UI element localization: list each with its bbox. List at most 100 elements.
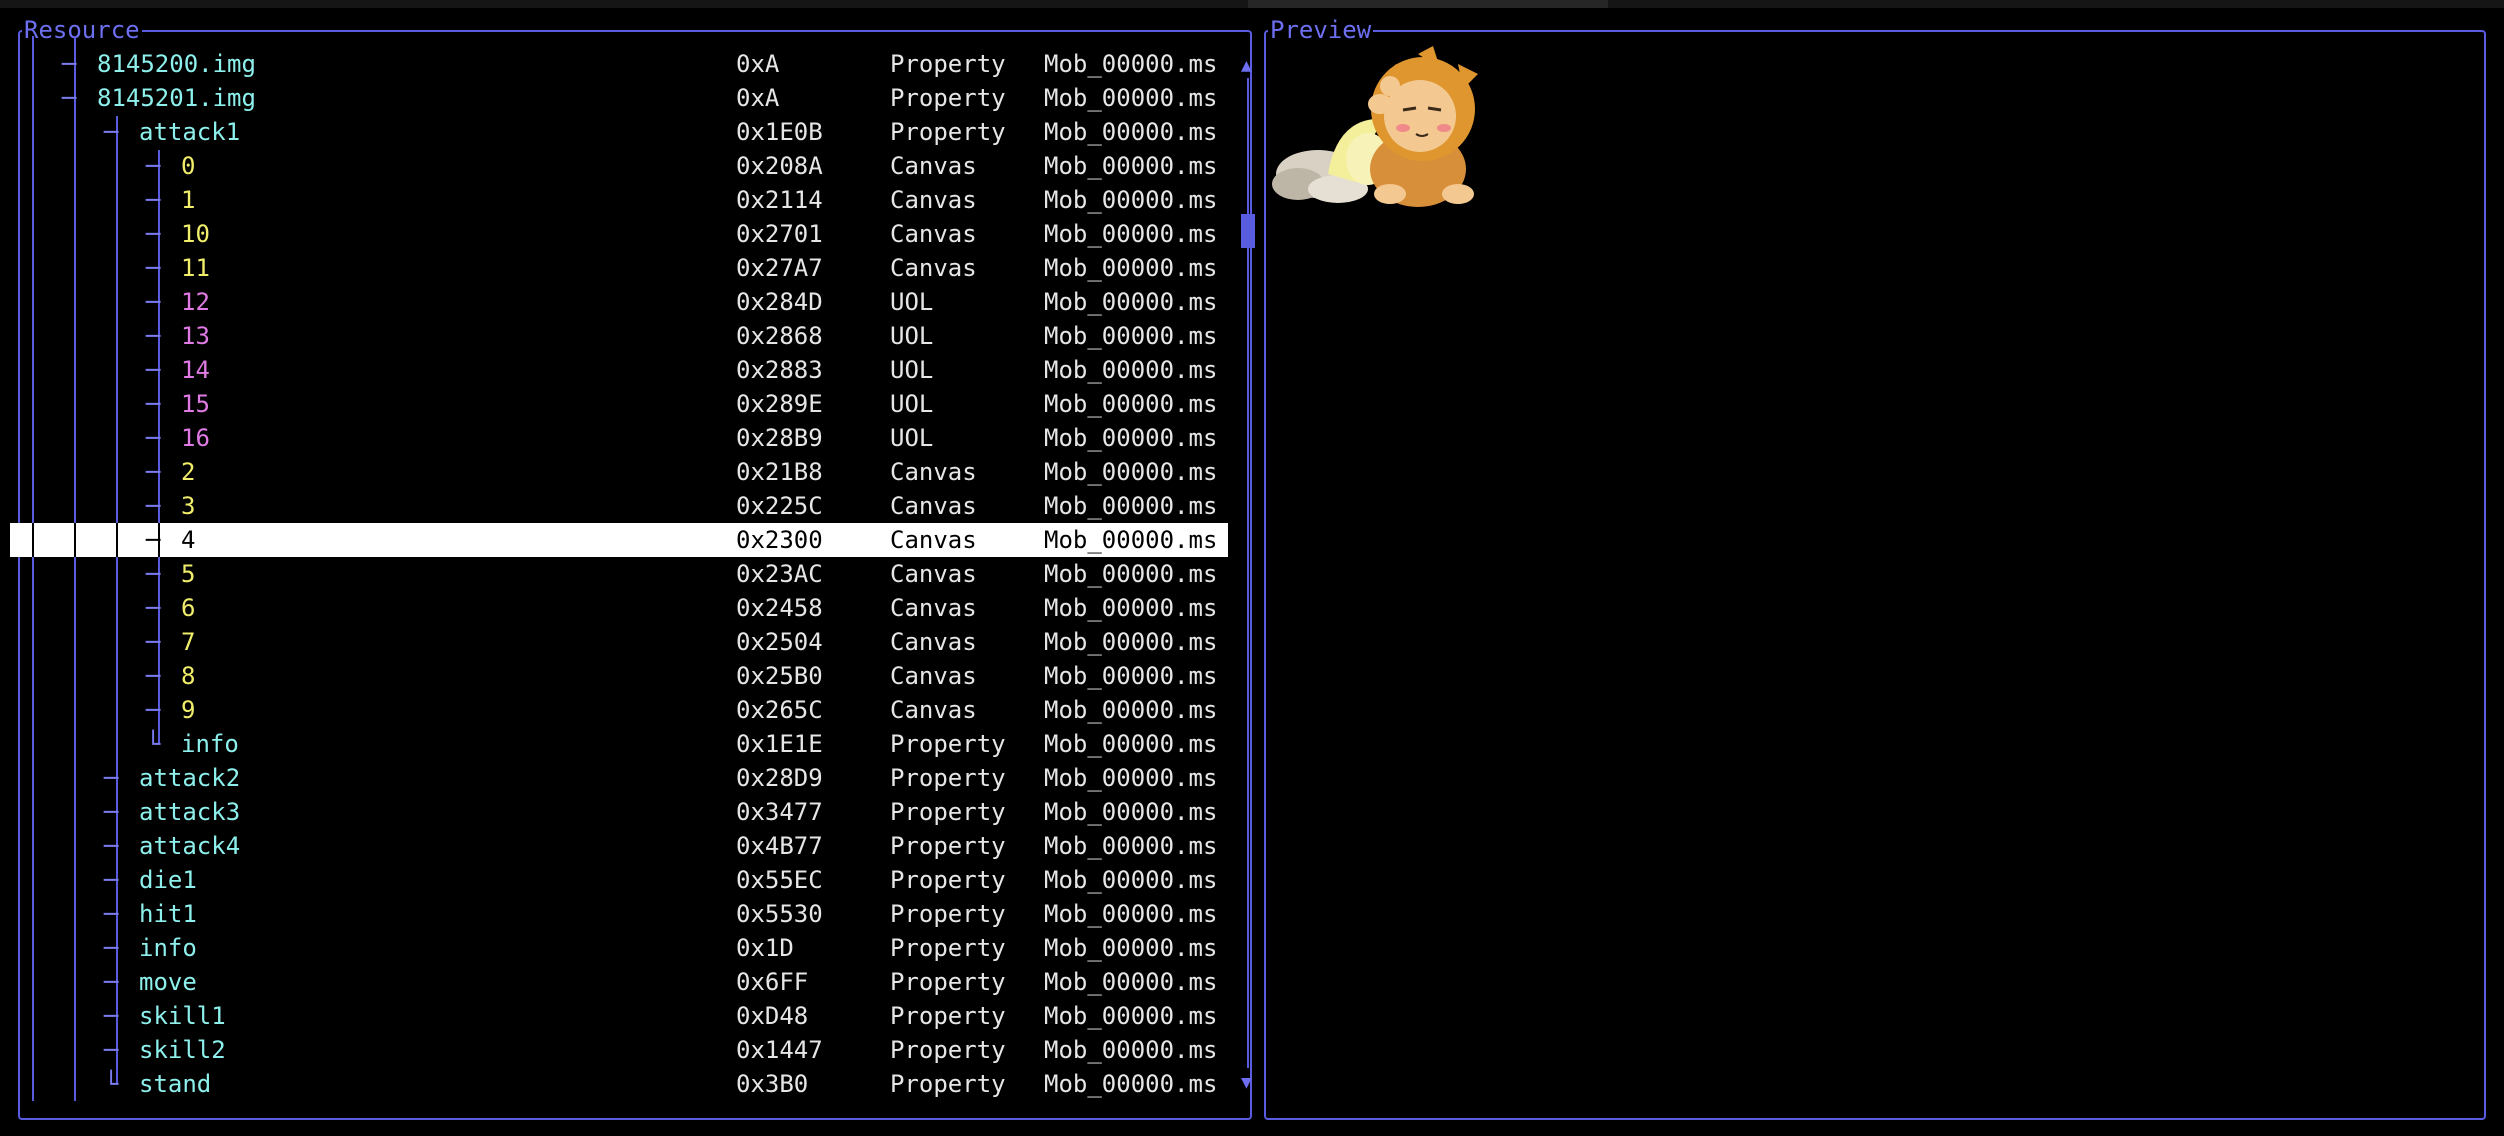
scroll-thumb[interactable]	[1241, 214, 1255, 248]
tree-node-address: 0x55EC	[736, 866, 823, 894]
tree-node-address: 0xA	[736, 50, 780, 78]
tree-node-name[interactable]: 10	[181, 217, 210, 251]
tree-node-file: Mob_00000.ms	[1044, 390, 1218, 418]
tree-node-name[interactable]: attack4	[139, 829, 240, 863]
tree-row[interactable]: ─ 8 0x25B0 Canvas Mob_00000.ms	[10, 659, 1228, 693]
tree-node-name[interactable]: info	[181, 727, 239, 761]
tree-node-address: 0x25B0	[736, 662, 823, 690]
top-bar-segment	[1248, 0, 1608, 8]
tree-node-file: Mob_00000.ms	[1044, 764, 1218, 792]
tree-row[interactable]: ─ move 0x6FF Property Mob_00000.ms	[10, 965, 1228, 999]
tree-row[interactable]: ─ 7 0x2504 Canvas Mob_00000.ms	[10, 625, 1228, 659]
tree-node-file: Mob_00000.ms	[1044, 628, 1218, 656]
tree-node-name[interactable]: skill2	[139, 1033, 226, 1067]
tree-row[interactable]: └ stand 0x3B0 Property Mob_00000.ms	[10, 1067, 1228, 1101]
tree-node-file: Mob_00000.ms	[1044, 50, 1218, 78]
tree-node-name[interactable]: info	[139, 931, 197, 965]
tree-node-type: Canvas	[890, 594, 977, 622]
tree-node-name[interactable]: 5	[181, 557, 195, 591]
tree-node-file: Mob_00000.ms	[1044, 968, 1218, 996]
tree-node-type: Canvas	[890, 696, 977, 724]
tree-node-name[interactable]: 3	[181, 489, 195, 523]
tree-row[interactable]: ─ 8145200.img 0xA Property Mob_00000.ms	[10, 47, 1228, 81]
tree-node-type: Property	[890, 832, 1006, 860]
tree-node-type: Canvas	[890, 254, 977, 282]
tree-row[interactable]: ─ 13 0x2868 UOL Mob_00000.ms	[10, 319, 1228, 353]
tree-branch-glyph: ─	[104, 1036, 119, 1064]
tree-row[interactable]: ─ attack1 0x1E0B Property Mob_00000.ms	[10, 115, 1228, 149]
tree-row[interactable]: ─ hit1 0x5530 Property Mob_00000.ms	[10, 897, 1228, 931]
tree-node-name[interactable]: 0	[181, 149, 195, 183]
tree-node-type: Property	[890, 866, 1006, 894]
scroll-down-arrow[interactable]: ▼	[1241, 1074, 1252, 1092]
tree-row[interactable]: ─ 1 0x2114 Canvas Mob_00000.ms	[10, 183, 1228, 217]
tree-row[interactable]: ─ 2 0x21B8 Canvas Mob_00000.ms	[10, 455, 1228, 489]
tree-node-name[interactable]: attack3	[139, 795, 240, 829]
tree-row[interactable]: ─ 16 0x28B9 UOL Mob_00000.ms	[10, 421, 1228, 455]
tree-node-name[interactable]: 8145201.img	[97, 81, 256, 115]
tree-row[interactable]: ─ die1 0x55EC Property Mob_00000.ms	[10, 863, 1228, 897]
tree-node-name[interactable]: hit1	[139, 897, 197, 931]
tree-node-file: Mob_00000.ms	[1044, 696, 1218, 724]
tree-node-name[interactable]: 8145200.img	[97, 47, 256, 81]
tree-row[interactable]: ─ 10 0x2701 Canvas Mob_00000.ms	[10, 217, 1228, 251]
tree-branch-glyph: ─	[146, 594, 161, 622]
tree-node-file: Mob_00000.ms	[1044, 84, 1218, 112]
tree-node-name[interactable]: 13	[181, 319, 210, 353]
tree-branch-glyph: ─	[146, 390, 161, 418]
tree-node-type: Property	[890, 50, 1006, 78]
tree-node-name[interactable]: move	[139, 965, 197, 999]
tree-branch-glyph: ─	[146, 492, 161, 520]
tree-node-file: Mob_00000.ms	[1044, 662, 1218, 690]
tree-node-name[interactable]: 6	[181, 591, 195, 625]
tree-node-address: 0x265C	[736, 696, 823, 724]
tree-row[interactable]: ─ 6 0x2458 Canvas Mob_00000.ms	[10, 591, 1228, 625]
tree-row[interactable]: ─ info 0x1D Property Mob_00000.ms	[10, 931, 1228, 965]
tree-node-type: Canvas	[890, 492, 977, 520]
tree-row[interactable]: ─ 0 0x208A Canvas Mob_00000.ms	[10, 149, 1228, 183]
tree-node-name[interactable]: attack2	[139, 761, 240, 795]
tree-row[interactable]: ─ 3 0x225C Canvas Mob_00000.ms	[10, 489, 1228, 523]
tree-row[interactable]: ─ 4 0x2300 Canvas Mob_00000.ms	[10, 523, 1228, 557]
tree-node-name[interactable]: 4	[181, 523, 195, 557]
tree-node-file: Mob_00000.ms	[1044, 866, 1218, 894]
tree-node-name[interactable]: attack1	[139, 115, 240, 149]
tree-row[interactable]: ─ 5 0x23AC Canvas Mob_00000.ms	[10, 557, 1228, 591]
tree-node-name[interactable]: 7	[181, 625, 195, 659]
tree-node-name[interactable]: 2	[181, 455, 195, 489]
tree-node-name[interactable]: 9	[181, 693, 195, 727]
scroll-up-arrow[interactable]: ▲	[1241, 57, 1252, 75]
tree-row[interactable]: ─ attack4 0x4B77 Property Mob_00000.ms	[10, 829, 1228, 863]
tree-row[interactable]: ─ attack2 0x28D9 Property Mob_00000.ms	[10, 761, 1228, 795]
tree-row[interactable]: ─ skill1 0xD48 Property Mob_00000.ms	[10, 999, 1228, 1033]
tree-node-name[interactable]: skill1	[139, 999, 226, 1033]
tree-row[interactable]: ─ skill2 0x1447 Property Mob_00000.ms	[10, 1033, 1228, 1067]
tree-node-name[interactable]: 11	[181, 251, 210, 285]
tree-node-name[interactable]: 15	[181, 387, 210, 421]
tree-row[interactable]: └ info 0x1E1E Property Mob_00000.ms	[10, 727, 1228, 761]
tree-node-address: 0x28D9	[736, 764, 823, 792]
tree-node-name[interactable]: 16	[181, 421, 210, 455]
tree-branch-glyph: ─	[146, 322, 161, 350]
tree-node-name[interactable]: die1	[139, 863, 197, 897]
tree-branch-glyph: ─	[146, 424, 161, 452]
tree-node-type: UOL	[890, 322, 934, 350]
tree-row[interactable]: ─ 8145201.img 0xA Property Mob_00000.ms	[10, 81, 1228, 115]
tree-row[interactable]: ─ 14 0x2883 UOL Mob_00000.ms	[10, 353, 1228, 387]
tree-row[interactable]: ─ 12 0x284D UOL Mob_00000.ms	[10, 285, 1228, 319]
tree-row[interactable]: ─ 11 0x27A7 Canvas Mob_00000.ms	[10, 251, 1228, 285]
tree-node-name[interactable]: stand	[139, 1067, 211, 1101]
tree-node-name[interactable]: 8	[181, 659, 195, 693]
tree-node-file: Mob_00000.ms	[1044, 560, 1218, 588]
tree-node-name[interactable]: 1	[181, 183, 195, 217]
tree-row[interactable]: ─ attack3 0x3477 Property Mob_00000.ms	[10, 795, 1228, 829]
tree-node-type: Property	[890, 764, 1006, 792]
tree-node-type: Property	[890, 1002, 1006, 1030]
tree-node-name[interactable]: 12	[181, 285, 210, 319]
preview-panel-title: Preview	[1268, 15, 1374, 45]
tree-node-name[interactable]: 14	[181, 353, 210, 387]
tree-row[interactable]: ─ 15 0x289E UOL Mob_00000.ms	[10, 387, 1228, 421]
tree-node-file: Mob_00000.ms	[1044, 1070, 1218, 1098]
tree-row[interactable]: ─ 9 0x265C Canvas Mob_00000.ms	[10, 693, 1228, 727]
tree-node-file: Mob_00000.ms	[1044, 288, 1218, 316]
